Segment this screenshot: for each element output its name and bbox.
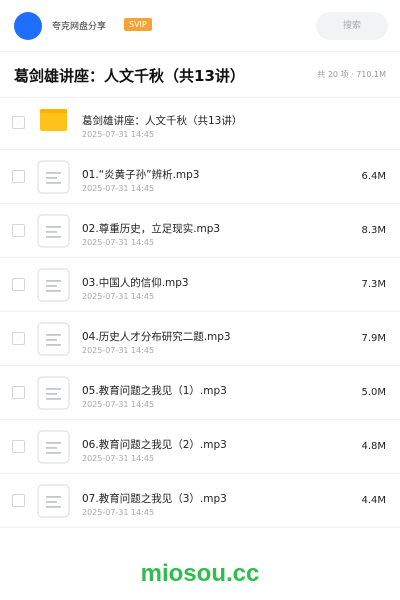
file-name[interactable]: 05.教育问题之我见（1）.mp3 [82, 383, 227, 398]
file-row[interactable]: 04.历史人才分布研究二题.mp3 2025-07-31 14:45 7.9M [0, 312, 400, 366]
file-row[interactable]: 01.“炎黄子孙”辨析.mp3 2025-07-31 14:45 6.4M [0, 150, 400, 204]
file-row[interactable]: 02.尊重历史，立足现实.mp3 2025-07-31 14:45 8.3M [0, 204, 400, 258]
file-size: 4.8M [361, 441, 386, 452]
audio-file-icon-svg [37, 268, 70, 302]
audio-file-icon-svg [37, 214, 70, 248]
select-checkbox[interactable] [12, 440, 25, 453]
avatar[interactable] [14, 12, 42, 40]
audio-file-icon [37, 322, 70, 356]
file-size: 8.3M [361, 225, 386, 236]
file-size: 7.9M [361, 333, 386, 344]
file-row[interactable]: 05.教育问题之我见（1）.mp3 2025-07-31 14:45 5.0M [0, 366, 400, 420]
audio-file-icon [37, 484, 70, 518]
file-date: 2025-07-31 14:45 [82, 292, 155, 301]
audio-file-icon [37, 268, 70, 302]
file-name[interactable]: 02.尊重历史，立足现实.mp3 [82, 221, 220, 236]
select-checkbox[interactable] [12, 386, 25, 399]
file-date: 2025-07-31 14:45 [82, 454, 155, 463]
file-row[interactable]: 07.教育问题之我见（3）.mp3 2025-07-31 14:45 4.4M [0, 474, 400, 528]
file-size: 6.4M [361, 171, 386, 182]
audio-file-icon-svg [37, 484, 70, 518]
select-checkbox[interactable] [12, 116, 25, 129]
brand-name: 夸克网盘分享 [52, 22, 107, 32]
folder-icon [37, 106, 70, 140]
file-date: 2025-07-31 14:45 [82, 400, 155, 409]
audio-file-icon-svg [37, 376, 70, 410]
audio-file-icon-svg [37, 160, 70, 194]
file-name[interactable]: 01.“炎黄子孙”辨析.mp3 [82, 167, 200, 182]
select-checkbox[interactable] [12, 170, 25, 183]
file-date: 2025-07-31 14:45 [82, 130, 155, 139]
audio-file-icon [37, 430, 70, 464]
audio-file-icon-svg [37, 322, 70, 356]
file-row[interactable]: 葛剑雄讲座：人文千秋（共13讲） 2025-07-31 14:45 [0, 96, 400, 150]
title-bar: 葛剑雄讲座：人文千秋（共13讲） 共 20 项 · 710.1M [0, 52, 400, 98]
audio-file-icon-svg [37, 430, 70, 464]
file-list: 葛剑雄讲座：人文千秋（共13讲） 2025-07-31 14:45 01.“炎黄子孙… [0, 96, 400, 528]
file-date: 2025-07-31 14:45 [82, 184, 155, 193]
watermark: miosou.cc [140, 560, 260, 587]
audio-file-icon [37, 214, 70, 248]
file-size: 7.3M [361, 279, 386, 290]
file-size: 4.4M [361, 495, 386, 506]
file-name[interactable]: 06.教育问题之我见（2）.mp3 [82, 437, 227, 452]
svip-badge: SVIP [124, 18, 152, 31]
audio-file-icon [37, 160, 70, 194]
file-date: 2025-07-31 14:45 [82, 238, 155, 247]
file-date: 2025-07-31 14:45 [82, 508, 155, 517]
page-title: 葛剑雄讲座：人文千秋（共13讲） [14, 67, 245, 85]
file-name[interactable]: 03.中国人的信仰.mp3 [82, 275, 189, 290]
file-size: 5.0M [361, 387, 386, 398]
folder-icon-svg [40, 109, 67, 131]
search-button[interactable]: 搜索 [316, 12, 388, 40]
file-row[interactable]: 03.中国人的信仰.mp3 2025-07-31 14:45 7.3M [0, 258, 400, 312]
file-name[interactable]: 07.教育问题之我见（3）.mp3 [82, 491, 227, 506]
file-date: 2025-07-31 14:45 [82, 346, 155, 355]
select-checkbox[interactable] [12, 224, 25, 237]
header: 夸克网盘分享 SVIP 搜索 [0, 0, 400, 52]
file-row[interactable]: 06.教育问题之我见（2）.mp3 2025-07-31 14:45 4.8M [0, 420, 400, 474]
item-count-and-size: 共 20 项 · 710.1M [317, 70, 386, 79]
audio-file-icon [37, 376, 70, 410]
file-name[interactable]: 04.历史人才分布研究二题.mp3 [82, 329, 231, 344]
select-checkbox[interactable] [12, 278, 25, 291]
select-checkbox[interactable] [12, 332, 25, 345]
select-checkbox[interactable] [12, 494, 25, 507]
file-name[interactable]: 葛剑雄讲座：人文千秋（共13讲） [82, 113, 242, 128]
